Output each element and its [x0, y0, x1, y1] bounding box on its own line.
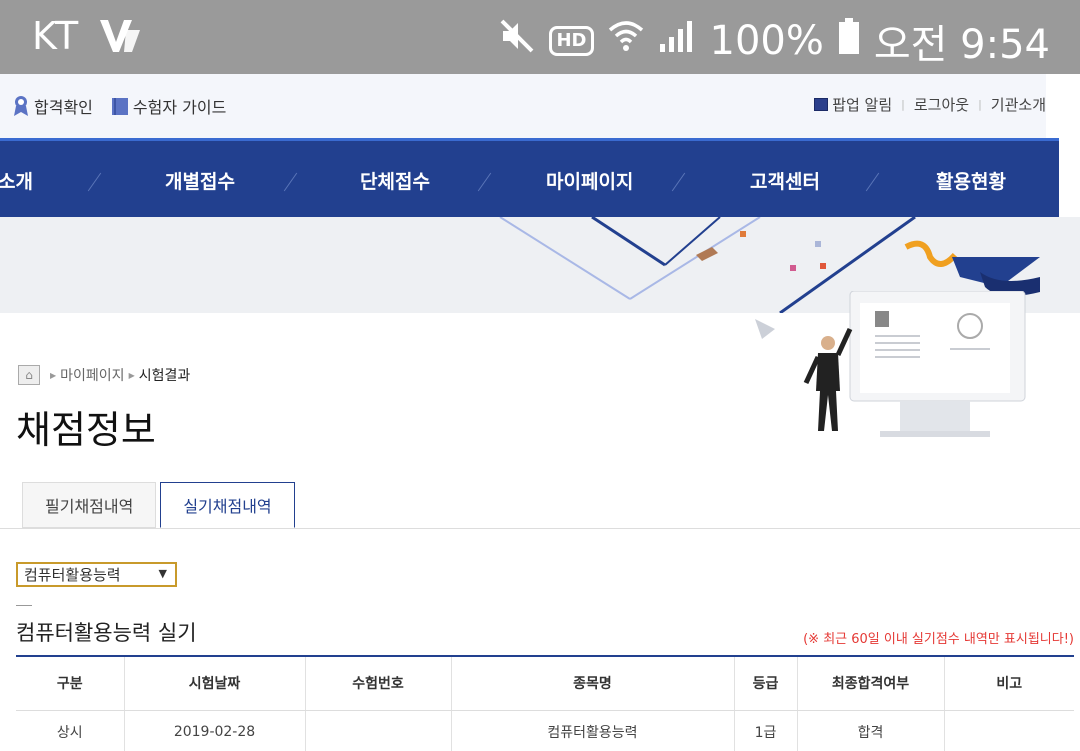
page-title: 채점정보 [16, 408, 156, 452]
popup-alert-label: 팝업 알림 [832, 96, 893, 114]
cell-category: 상시 [16, 710, 125, 751]
status-bar: KT HD 100% 오전 9:54 [0, 0, 1080, 74]
col-category: 구분 [16, 656, 125, 711]
breadcrumb-arrow-icon: ▶ [128, 370, 135, 380]
popup-icon [814, 98, 829, 111]
col-final-result: 최종합격여부 [797, 656, 945, 711]
col-grade: 등급 [734, 656, 798, 711]
main-content: ⌂ ▶ 마이페이지 ▶ 시험결과 채점정보 필기채점내역 실기채점내역 컴퓨터활… [0, 291, 1080, 751]
table-header-row: 구분 시험날짜 수험번호 종목명 등급 최종합격여부 비고 [16, 656, 1074, 711]
table-row: 상시 2019-02-28 컴퓨터활용능력 1급 합격 [16, 710, 1074, 751]
cell-grade: 1급 [734, 710, 798, 751]
battery-percent: 100% [709, 18, 824, 64]
home-icon[interactable]: ⌂ [18, 365, 40, 385]
cell-subject: 컴퓨터활용능력 [451, 710, 735, 751]
utility-bar: 합격확인 수험자 가이드 팝업 알림 | 로그아웃 | 기관소개 [0, 74, 1046, 138]
ribbon-icon [14, 96, 28, 116]
nav-item-mypage[interactable]: 마이페이지 [546, 167, 633, 194]
tab-divider [0, 528, 1080, 529]
tab-written-score[interactable]: 필기채점내역 [22, 482, 157, 528]
tab-practical-score[interactable]: 실기채점내역 [160, 482, 295, 528]
mute-icon [499, 18, 535, 64]
section-divider [16, 605, 32, 606]
nav-item-group[interactable]: 단체접수 [360, 167, 430, 194]
graduate-illustration [755, 291, 1026, 437]
wifi-icon [608, 18, 644, 64]
book-icon [111, 98, 128, 115]
signal-icon [658, 18, 696, 64]
cell-remarks [944, 710, 1074, 751]
nav-item-individual[interactable]: 개별접수 [165, 167, 235, 194]
breadcrumb-current: 시험결과 [138, 368, 191, 384]
col-remarks: 비고 [944, 656, 1074, 711]
nav-item-support[interactable]: 고객센터 [750, 167, 820, 194]
nav-item-about[interactable]: 소개 [0, 167, 33, 194]
about-link[interactable]: 기관소개 [991, 94, 1046, 115]
breadcrumb-arrow-icon: ▶ [50, 370, 57, 380]
score-tabs: 필기채점내역 실기채점내역 [22, 482, 295, 528]
hd-icon: HD [549, 26, 594, 56]
main-nav: 소개 개별접수 단체접수 마이페이지 고객센터 활용현황 [0, 138, 1059, 217]
examinee-guide-link[interactable]: 수험자 가이드 [111, 94, 226, 118]
results-table: 구분 시험날짜 수험번호 종목명 등급 최종합격여부 비고 상시 2019-02… [16, 655, 1074, 751]
col-exam-number: 수험번호 [305, 656, 452, 711]
breadcrumb: ⌂ ▶ 마이페이지 ▶ 시험결과 [18, 365, 190, 385]
pass-check-link[interactable]: 합격확인 [12, 94, 93, 118]
cell-exam-date: 2019-02-28 [124, 710, 306, 751]
pass-check-label: 합격확인 [34, 98, 93, 117]
col-exam-date: 시험날짜 [124, 656, 306, 711]
breadcrumb-mypage[interactable]: 마이페이지 [60, 365, 124, 385]
logout-link[interactable]: 로그아웃 [914, 94, 969, 115]
battery-icon [838, 17, 860, 65]
carrier-label: KT [32, 14, 80, 58]
cell-exam-number [305, 710, 452, 751]
volte-icon [98, 16, 142, 60]
popup-alert-link[interactable]: 팝업 알림 [814, 94, 892, 115]
subject-select[interactable]: 컴퓨터활용능력 ▼ [16, 562, 177, 587]
cell-final-result: 합격 [797, 710, 945, 751]
col-subject: 종목명 [451, 656, 735, 711]
chevron-down-icon: ▼ [158, 567, 167, 580]
examinee-guide-label: 수험자 가이드 [132, 98, 227, 117]
notice-text: (※ 최근 60일 이내 실기점수 내역만 표시됩니다!) [803, 632, 1074, 647]
section-title: 컴퓨터활용능력 실기 [16, 621, 197, 645]
clock: 오전 9:54 [873, 22, 1050, 68]
subject-select-value: 컴퓨터활용능력 [24, 566, 121, 584]
nav-item-usage[interactable]: 활용현황 [936, 167, 1006, 194]
